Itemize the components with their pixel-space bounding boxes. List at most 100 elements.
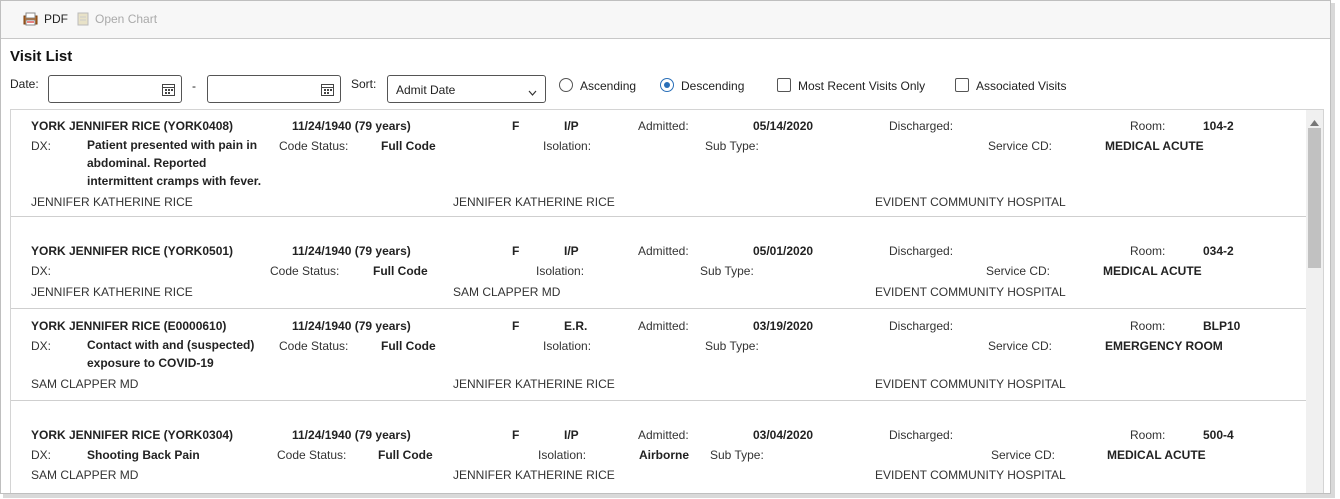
discharged-label: Discharged: — [889, 428, 954, 442]
code-status-value: Full Code — [381, 139, 436, 153]
discharged-label: Discharged: — [889, 319, 954, 333]
admitted-date: 03/19/2020 — [753, 319, 814, 333]
associated-visits-label: Associated Visits — [976, 79, 1067, 93]
descending-radio[interactable] — [660, 78, 674, 92]
room-value: 104-2 — [1203, 119, 1234, 133]
chevron-down-icon — [528, 85, 537, 99]
service-cd-value: MEDICAL ACUTE — [1107, 448, 1206, 462]
code-status-value: Full Code — [378, 448, 433, 462]
room-value: 500-4 — [1203, 428, 1234, 442]
visit-row[interactable]: YORK JENNIFER RICE (YORK0304) 11/24/1940… — [11, 401, 1306, 493]
patient-dob: 11/24/1940 (79 years) — [292, 119, 411, 133]
service-cd-value: EMERGENCY ROOM — [1105, 339, 1223, 353]
room-label: Room: — [1130, 319, 1166, 333]
toolbar: PDF Open Chart — [1, 1, 1330, 39]
dx-value: Patient presented with pain in abdominal… — [87, 138, 262, 188]
code-status-label: Code Status: — [279, 339, 349, 353]
calendar-icon[interactable] — [162, 83, 175, 99]
isolation-label: Isolation: — [536, 264, 585, 278]
sub-type-label: Sub Type: — [705, 139, 759, 153]
room-value: 034-2 — [1203, 244, 1234, 258]
sub-type-label: Sub Type: — [705, 339, 759, 353]
code-status-value: Full Code — [373, 264, 428, 278]
ascending-radio[interactable] — [559, 78, 573, 92]
date-label: Date: — [10, 77, 39, 91]
ascending-label: Ascending — [580, 79, 637, 93]
visit-list[interactable]: YORK JENNIFER RICE (YORK0408) 11/24/1940… — [10, 109, 1324, 493]
admitted-date: 05/14/2020 — [753, 119, 814, 133]
calendar-icon[interactable] — [321, 83, 334, 99]
dx-label: DX: — [31, 339, 52, 353]
admitted-label: Admitted: — [638, 119, 689, 133]
admitted-label: Admitted: — [638, 319, 689, 333]
dx-value: Contact with and (suspected) exposure to… — [87, 338, 255, 370]
room-label: Room: — [1130, 244, 1166, 258]
open-chart-label: Open Chart — [95, 12, 158, 26]
code-status-label: Code Status: — [270, 264, 340, 278]
visit-row[interactable]: YORK JENNIFER RICE (YORK0408) 11/24/1940… — [11, 110, 1306, 217]
scroll-up-icon[interactable] — [1310, 115, 1319, 129]
pdf-button[interactable]: PDF — [23, 12, 68, 26]
visit-type: E.R. — [564, 319, 588, 333]
admitted-label: Admitted: — [638, 244, 689, 258]
isolation-label: Isolation: — [543, 139, 592, 153]
sort-label: Sort: — [351, 77, 377, 91]
descending-label: Descending — [681, 79, 745, 93]
most-recent-checkbox[interactable] — [777, 78, 791, 92]
service-cd-label: Service CD: — [988, 139, 1053, 153]
provider-2: SAM CLAPPER MD — [453, 285, 561, 299]
patient-name: YORK JENNIFER RICE (YORK0408) — [31, 119, 234, 133]
service-cd-label: Service CD: — [988, 339, 1053, 353]
patient-name: YORK JENNIFER RICE (E0000610) — [31, 319, 227, 333]
associated-visits-checkbox[interactable] — [955, 78, 969, 92]
date-to-input[interactable] — [207, 75, 341, 103]
visit-row[interactable]: YORK JENNIFER RICE (E0000610) 11/24/1940… — [11, 309, 1306, 401]
pdf-icon — [23, 12, 38, 26]
window-shadow — [1331, 3, 1335, 496]
patient-dob: 11/24/1940 (79 years) — [292, 244, 411, 258]
visit-type: I/P — [564, 428, 579, 442]
visit-list-window: PDF Open Chart Visit List Date: - Sort: … — [0, 0, 1331, 494]
patient-sex: F — [512, 244, 520, 258]
patient-dob: 11/24/1940 (79 years) — [292, 428, 411, 442]
provider-1: JENNIFER KATHERINE RICE — [31, 195, 193, 209]
window-shadow — [3, 494, 1335, 498]
service-cd-label: Service CD: — [986, 264, 1051, 278]
sort-select[interactable]: Admit Date — [387, 75, 546, 103]
provider-2: JENNIFER KATHERINE RICE — [453, 468, 615, 482]
scrollbar-thumb[interactable] — [1308, 128, 1321, 268]
isolation-value: Airborne — [639, 448, 690, 462]
admitted-date: 05/01/2020 — [753, 244, 814, 258]
visit-type: I/P — [564, 244, 579, 258]
patient-name: YORK JENNIFER RICE (YORK0304) — [31, 428, 234, 442]
service-cd-value: MEDICAL ACUTE — [1105, 139, 1204, 153]
discharged-label: Discharged: — [889, 119, 954, 133]
room-label: Room: — [1130, 119, 1166, 133]
open-chart-button[interactable]: Open Chart — [77, 12, 157, 26]
provider-1: JENNIFER KATHERINE RICE — [31, 285, 193, 299]
facility: EVIDENT COMMUNITY HOSPITAL — [875, 377, 1066, 391]
date-separator: - — [192, 79, 196, 93]
code-status-label: Code Status: — [279, 139, 349, 153]
patient-dob: 11/24/1940 (79 years) — [292, 319, 411, 333]
service-cd-value: MEDICAL ACUTE — [1103, 264, 1202, 278]
patient-sex: F — [512, 319, 520, 333]
date-from-input[interactable] — [48, 75, 182, 103]
patient-sex: F — [512, 428, 520, 442]
dx-label: DX: — [31, 139, 52, 153]
provider-2: JENNIFER KATHERINE RICE — [453, 377, 615, 391]
most-recent-label: Most Recent Visits Only — [798, 79, 926, 93]
code-status-label: Code Status: — [277, 448, 347, 462]
provider-1: SAM CLAPPER MD — [31, 377, 139, 391]
sort-value: Admit Date — [396, 83, 456, 97]
admitted-date: 03/04/2020 — [753, 428, 814, 442]
chart-icon — [77, 12, 89, 26]
service-cd-label: Service CD: — [991, 448, 1056, 462]
facility: EVIDENT COMMUNITY HOSPITAL — [875, 285, 1066, 299]
visit-row[interactable]: YORK JENNIFER RICE (YORK0501) 11/24/1940… — [11, 217, 1306, 309]
page-title: Visit List — [10, 48, 73, 65]
dx-value: Shooting Back Pain — [87, 448, 200, 462]
visit-type: I/P — [564, 119, 579, 133]
vertical-scrollbar[interactable] — [1306, 110, 1323, 493]
room-label: Room: — [1130, 428, 1166, 442]
